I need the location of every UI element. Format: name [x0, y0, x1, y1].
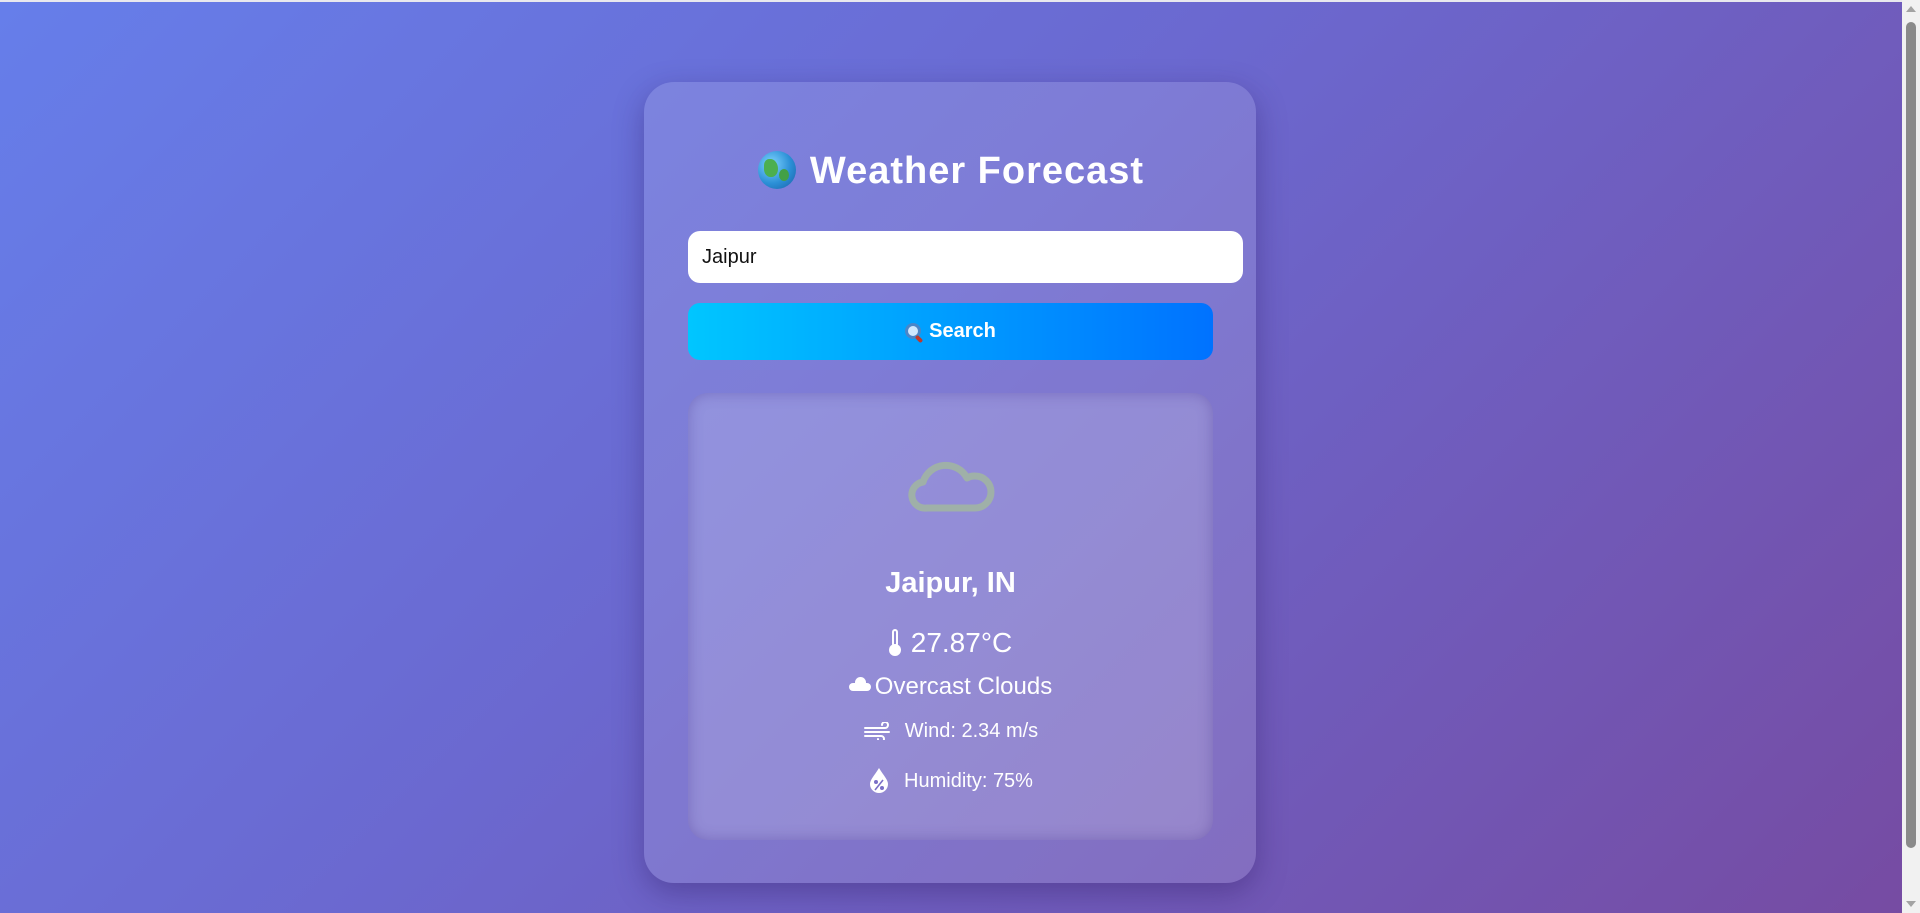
humidity-drop-icon — [870, 768, 889, 793]
search-button[interactable]: Search — [688, 303, 1213, 360]
humidity-row: Humidity: 75% — [688, 767, 1213, 793]
scroll-up-arrow-icon[interactable] — [1906, 6, 1916, 12]
scroll-down-arrow-icon[interactable] — [1906, 901, 1916, 907]
small-cloud-icon — [848, 677, 871, 691]
wind-row: Wind: 2.34 m/s — [688, 720, 1213, 743]
location-name: Jaipur, IN — [885, 567, 1016, 599]
temperature-row: 27.87°C — [688, 627, 1213, 659]
vertical-scrollbar[interactable] — [1902, 0, 1920, 913]
city-search-input[interactable] — [688, 231, 1243, 283]
thermometer-icon — [888, 629, 901, 656]
top-edge — [0, 0, 1902, 2]
scrollbar-thumb[interactable] — [1906, 22, 1916, 848]
condition-row: Overcast Clouds — [688, 673, 1213, 701]
wind-icon — [863, 722, 890, 740]
cloud-icon — [908, 461, 995, 512]
condition-description: Overcast Clouds — [874, 673, 1053, 700]
humidity-value: Humidity: 75% — [904, 770, 1033, 792]
search-button-label: Search — [929, 320, 996, 342]
wind-value: Wind: 2.34 m/s — [904, 720, 1039, 742]
page-title-text: Weather Forecast — [809, 150, 1145, 192]
globe-icon — [757, 151, 796, 189]
page-viewport: Weather Forecast Search Jaipur, IN 27.87… — [0, 0, 1902, 913]
temperature-value: 27.87°C — [910, 627, 1013, 658]
page-title: Weather Forecast — [0, 150, 1902, 193]
magnifier-icon — [905, 323, 922, 339]
